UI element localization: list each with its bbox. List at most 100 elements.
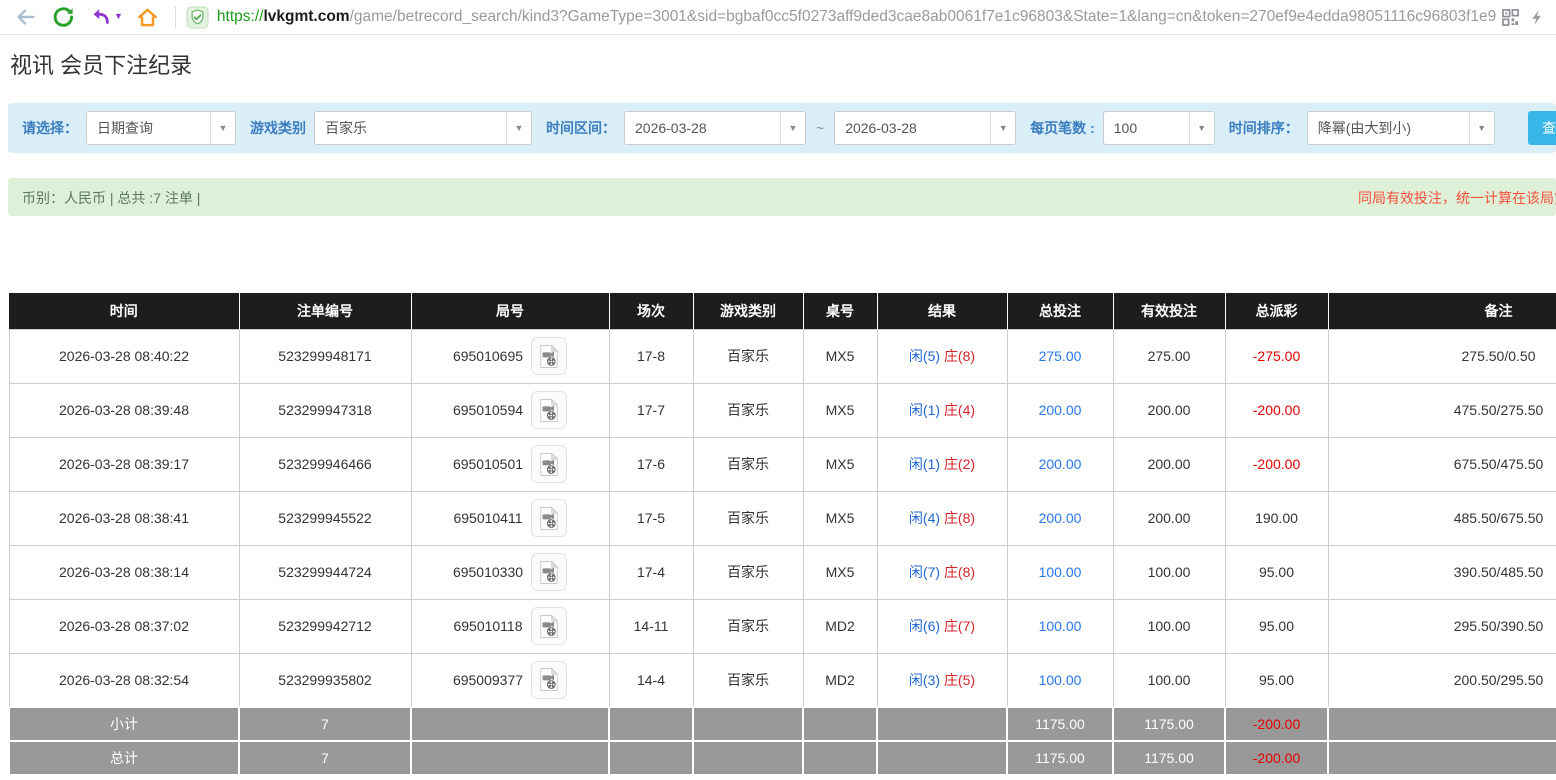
query-type-value: 日期查询 — [87, 118, 153, 138]
url-domain: lvkgmt.com — [263, 8, 349, 25]
summary-payout: -200.00 — [1225, 707, 1328, 741]
summary-valid-bet: 1175.00 — [1113, 741, 1225, 775]
cell-valid-bet: 200.00 — [1113, 437, 1225, 491]
col-bet-no: 注单编号 — [239, 293, 411, 329]
summary-empty — [877, 707, 1007, 741]
table-header-row: 时间 注单编号 局号 场次 游戏类别 桌号 结果 总投注 有效投注 总派彩 备注 — [9, 293, 1556, 329]
currency-total-text: 币别：人民币 | 总共 :7 注单 | — [22, 188, 200, 208]
cell-payout: 190.00 — [1225, 491, 1328, 545]
col-session: 场次 — [609, 293, 693, 329]
back-icon[interactable] — [10, 3, 40, 31]
cell-valid-bet: 100.00 — [1113, 599, 1225, 653]
video-replay-button[interactable] — [531, 661, 567, 699]
cell-session: 14-4 — [609, 653, 693, 707]
cell-result: 闲(1) 庄(2) — [877, 437, 1007, 491]
lightning-icon[interactable] — [1529, 8, 1546, 27]
cell-bet-no: 523299942712 — [239, 599, 411, 653]
cell-session: 14-11 — [609, 599, 693, 653]
cell-table-no: MD2 — [803, 653, 877, 707]
qr-code-icon[interactable] — [1502, 9, 1519, 26]
result-player: 闲(1) — [909, 456, 940, 472]
cell-payout: -200.00 — [1225, 383, 1328, 437]
cell-total-bet: 200.00 — [1007, 383, 1113, 437]
summary-empty — [1328, 707, 1556, 741]
address-bar[interactable]: https://lvkgmt.com/game/betrecord_search… — [186, 6, 1496, 29]
video-replay-button[interactable] — [531, 553, 567, 591]
date-to-select[interactable]: 2026-03-28 ▼ — [834, 111, 1016, 145]
video-replay-button[interactable] — [531, 391, 567, 429]
table-row: 2026-03-28 08:37:02 523299942712 6950101… — [9, 599, 1556, 653]
video-replay-button[interactable] — [531, 337, 567, 375]
cell-game-type: 百家乐 — [693, 545, 803, 599]
cell-valid-bet: 100.00 — [1113, 545, 1225, 599]
summary-empty — [609, 741, 693, 775]
cell-result: 闲(7) 庄(8) — [877, 545, 1007, 599]
video-replay-button[interactable] — [531, 445, 567, 483]
browser-toolbar: ▼ https://lvkgmt.com/game/betrecord_sear… — [0, 0, 1556, 35]
cell-table-no: MX5 — [803, 437, 877, 491]
video-replay-button[interactable] — [531, 499, 567, 537]
summary-empty — [803, 707, 877, 741]
cell-round-no: 695010594 — [411, 383, 609, 437]
summary-valid-bet: 1175.00 — [1113, 707, 1225, 741]
cell-total-bet: 200.00 — [1007, 437, 1113, 491]
summary-empty — [411, 741, 609, 775]
filter-panel: 请选择： 日期查询 ▼ 游戏类别 百家乐 ▼ 时间区间： 2026-03-28 … — [8, 103, 1556, 153]
sort-value: 降幂(由大到小) — [1308, 118, 1411, 138]
summary-total-bet: 1175.00 — [1007, 707, 1113, 741]
cell-table-no: MX5 — [803, 383, 877, 437]
date-from-select[interactable]: 2026-03-28 ▼ — [624, 111, 806, 145]
result-player: 闲(5) — [909, 348, 940, 364]
summary-bar: 币别：人民币 | 总共 :7 注单 | 同局有效投注，统一计算在该局第 — [8, 178, 1556, 216]
cell-bet-no: 523299945522 — [239, 491, 411, 545]
cell-note: 390.50/485.50 — [1328, 545, 1556, 599]
result-banker: 庄(8) — [944, 564, 975, 580]
cell-result: 闲(4) 庄(8) — [877, 491, 1007, 545]
cell-bet-no: 523299946466 — [239, 437, 411, 491]
table-row: 2026-03-28 08:39:48 523299947318 6950105… — [9, 383, 1556, 437]
result-player: 闲(7) — [909, 564, 940, 580]
cell-table-no: MX5 — [803, 545, 877, 599]
home-icon[interactable] — [133, 3, 163, 31]
col-game-type: 游戏类别 — [693, 293, 803, 329]
cell-valid-bet: 200.00 — [1113, 491, 1225, 545]
cell-total-bet: 100.00 — [1007, 545, 1113, 599]
result-banker: 庄(7) — [944, 618, 975, 634]
col-note: 备注 — [1328, 293, 1556, 329]
cell-session: 17-7 — [609, 383, 693, 437]
summary-empty — [693, 707, 803, 741]
chevron-down-icon: ▼ — [990, 112, 1015, 144]
page-size-select[interactable]: 100 ▼ — [1103, 111, 1215, 145]
cell-time: 2026-03-28 08:39:17 — [9, 437, 239, 491]
cell-table-no: MX5 — [803, 491, 877, 545]
round-number: 695010695 — [453, 348, 523, 364]
chevron-down-icon: ▼ — [506, 112, 531, 144]
cell-note: 675.50/475.50 — [1328, 437, 1556, 491]
sort-select[interactable]: 降幂(由大到小) ▼ — [1307, 111, 1495, 145]
undo-dropdown-icon[interactable]: ▼ — [114, 11, 123, 21]
round-number: 695010501 — [453, 456, 523, 472]
result-banker: 庄(2) — [944, 456, 975, 472]
summary-empty — [411, 707, 609, 741]
search-button[interactable]: 查询 — [1528, 111, 1556, 145]
cell-time: 2026-03-28 08:40:22 — [9, 329, 239, 383]
cell-note: 275.50/0.50 — [1328, 329, 1556, 383]
video-replay-button[interactable] — [531, 607, 567, 645]
game-type-select[interactable]: 百家乐 ▼ — [314, 111, 532, 145]
result-banker: 庄(5) — [944, 672, 975, 688]
cell-round-no: 695010411 — [411, 491, 609, 545]
cell-result: 闲(3) 庄(5) — [877, 653, 1007, 707]
summary-empty — [1328, 741, 1556, 775]
col-valid-bet: 有效投注 — [1113, 293, 1225, 329]
game-type-value: 百家乐 — [315, 118, 367, 138]
undo-icon[interactable] — [86, 3, 116, 31]
cell-time: 2026-03-28 08:39:48 — [9, 383, 239, 437]
game-type-label: 游戏类别 — [250, 118, 306, 138]
chevron-down-icon: ▼ — [1189, 112, 1214, 144]
cell-table-no: MD2 — [803, 599, 877, 653]
reload-icon[interactable] — [48, 3, 78, 31]
cell-game-type: 百家乐 — [693, 383, 803, 437]
query-type-select[interactable]: 日期查询 ▼ — [86, 111, 236, 145]
url-text[interactable]: https://lvkgmt.com/game/betrecord_search… — [217, 8, 1496, 26]
cell-payout: 95.00 — [1225, 653, 1328, 707]
